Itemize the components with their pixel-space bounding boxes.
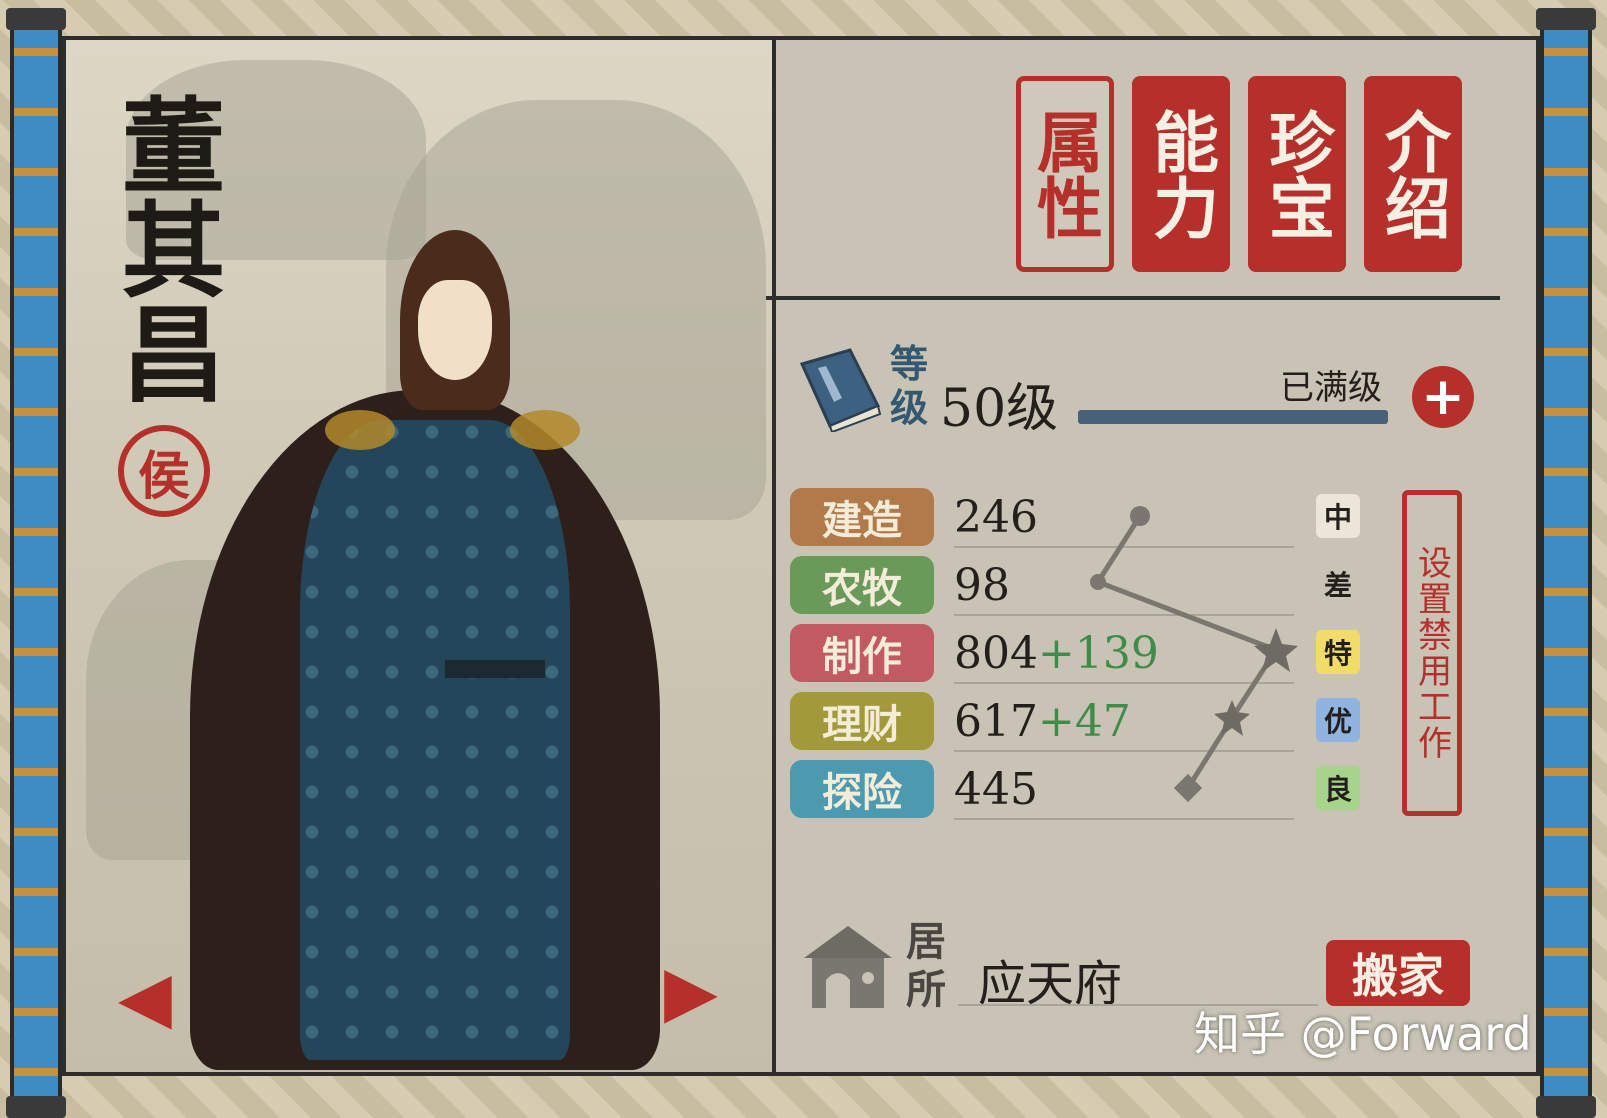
arrow-right-icon[interactable]: ▶	[664, 956, 718, 1026]
grade-badge: 差	[1323, 569, 1352, 602]
stat-label: 农牧	[790, 556, 934, 614]
tab-introduction[interactable]: 介绍	[1364, 76, 1462, 272]
section-divider	[766, 296, 1500, 300]
tab-attributes[interactable]: 属性	[1016, 76, 1114, 272]
plus-icon[interactable]: +	[1412, 366, 1474, 428]
stat-base: 98	[954, 560, 1010, 611]
book-icon	[799, 348, 882, 432]
stat-value: 246	[954, 492, 1038, 543]
level-status: 已满级	[1280, 368, 1382, 408]
stat-label: 建造	[790, 488, 934, 546]
stat-label: 理财	[790, 692, 934, 750]
level-progress-bar	[1078, 410, 1388, 424]
graph-point-explore	[1173, 773, 1203, 803]
stat-label: 制作	[790, 624, 934, 682]
rank-text: 侯	[137, 445, 190, 507]
watermark: 知乎 @Forward	[1194, 1007, 1532, 1061]
grade-badge: 特	[1316, 630, 1360, 674]
grade-badge: 中	[1316, 494, 1360, 538]
tab-label: 能力	[1142, 108, 1220, 240]
level-value: 50级	[940, 379, 1059, 439]
graph-point-craft	[1254, 628, 1298, 672]
house-icon	[804, 926, 892, 1008]
tab-label: 珍宝	[1258, 108, 1336, 240]
scroll-rod-right	[1536, 8, 1596, 1118]
stat-base: 617	[954, 696, 1038, 747]
stat-underline	[954, 818, 1294, 820]
ban-work-button[interactable]: 设置禁用工作	[1402, 490, 1462, 816]
tab-treasures[interactable]: 珍宝	[1248, 76, 1346, 272]
grade-badge: 良	[1316, 766, 1360, 810]
stat-base: 246	[954, 492, 1038, 543]
graph-point-finance	[1214, 700, 1250, 736]
tab-abilities[interactable]: 能力	[1132, 76, 1230, 272]
residence-label: 居所	[906, 918, 946, 1013]
scroll-rod-left	[6, 8, 66, 1118]
stat-label: 探险	[790, 760, 934, 818]
move-house-button[interactable]: 搬家	[1326, 940, 1470, 1006]
graph-point-farm	[1090, 574, 1106, 590]
level-label: 等级	[890, 341, 929, 430]
stat-base: 445	[954, 764, 1038, 815]
stat-value: 98	[954, 560, 1010, 611]
arrow-left-icon[interactable]: ◀	[118, 962, 172, 1032]
face	[418, 280, 492, 380]
character-portrait	[190, 230, 660, 1070]
stat-base: 804	[954, 628, 1038, 679]
graph-point-build	[1130, 506, 1150, 526]
shoulder-ornament-left	[325, 410, 395, 450]
tab-label: 介绍	[1374, 108, 1452, 240]
grade-badge: 优	[1316, 698, 1360, 742]
tab-label: 属性	[1026, 108, 1104, 240]
shoulder-ornament-right	[510, 410, 580, 450]
robe	[300, 420, 570, 1060]
stat-value: 445	[954, 764, 1038, 815]
belt	[445, 660, 545, 678]
stat-graph	[1090, 506, 1298, 803]
